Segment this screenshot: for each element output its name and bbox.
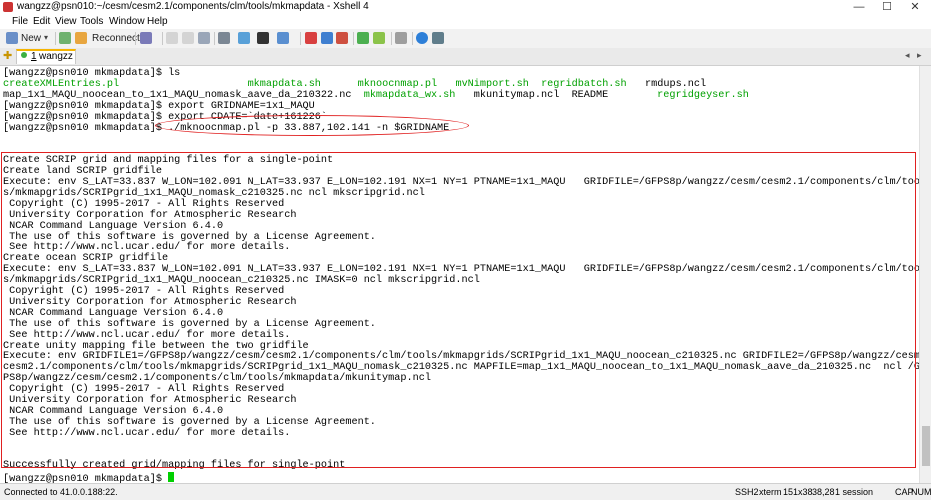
terminal-output[interactable]: [wangzz@psn010 mkmapdata]$ Successfully …	[0, 66, 919, 483]
tunnel-icon[interactable]	[336, 32, 348, 44]
toolbar-separator	[353, 32, 354, 45]
menu-window[interactable]: Window	[109, 14, 145, 29]
copy-icon[interactable]	[166, 32, 178, 44]
terminal-cursor	[168, 472, 175, 483]
menu-bar: File Edit View Tools Window Help	[0, 14, 931, 29]
terminal-text: map_1x1_MAQU_noocean_to_1x1_MAQU_nomask_…	[3, 89, 364, 101]
tab-label: wangzz	[39, 51, 73, 62]
terminal-line: [wangzz@psn010 mkmapdata]$	[3, 472, 175, 483]
terminal-scrollbar[interactable]	[919, 66, 931, 483]
lock-icon[interactable]	[395, 32, 407, 44]
terminal-text: mvNimport.sh	[455, 78, 529, 90]
font-icon[interactable]	[257, 32, 269, 44]
layout-icon[interactable]	[357, 32, 369, 44]
terminal-text: rmdups.ncl	[626, 78, 707, 90]
xshell-app-icon	[3, 2, 13, 12]
session-tab-bar: ✚ 1 wangzz ◂ ▸	[0, 48, 931, 66]
color-scheme-icon[interactable]	[238, 32, 250, 44]
toolbar: New ▾ Reconnect	[0, 29, 931, 49]
terminal-size-status: 151x38	[783, 487, 813, 497]
terminal-line: [wangzz@psn010 mkmapdata]$ ls	[3, 68, 181, 80]
terminal-text: mknoocnmap.pl	[357, 78, 438, 90]
scrollbar-thumb[interactable]	[922, 426, 930, 466]
print-icon[interactable]	[218, 32, 230, 44]
title-bar: wangzz@psn010:~/cesm/cesm2.1/components/…	[0, 0, 931, 14]
properties-icon[interactable]	[140, 32, 152, 44]
terminal-text: regridbatch.sh	[541, 78, 627, 90]
tile-icon[interactable]	[373, 32, 385, 44]
toolbar-separator	[162, 32, 163, 45]
tab-scroll-left-icon[interactable]: ◂	[905, 50, 910, 61]
transfer-icon[interactable]	[277, 32, 289, 44]
window-title: wangzz@psn010:~/cesm/cesm2.1/components/…	[17, 1, 369, 12]
menu-file[interactable]: File	[12, 14, 28, 29]
terminal-text: [wangzz@psn010 mkmapdata]$ ls	[3, 68, 181, 79]
help-icon[interactable]	[416, 32, 428, 44]
paste-icon[interactable]	[182, 32, 194, 44]
info-icon[interactable]	[432, 32, 444, 44]
close-button[interactable]: ✕	[901, 0, 929, 14]
toolbar-separator	[214, 32, 215, 45]
cursor-position-status: 38,28	[812, 487, 835, 497]
menu-edit[interactable]: Edit	[33, 14, 50, 29]
command-highlight-ellipse	[155, 115, 469, 136]
terminal-line: createXMLEntries.pl mkmapdata.sh mknoocn…	[3, 78, 707, 91]
status-bar: Connected to 41.0.0.188:22. SSH2 xterm 1…	[0, 483, 931, 500]
output-highlight-box	[1, 152, 916, 468]
toolbar-separator	[391, 32, 392, 45]
toolbar-separator	[55, 32, 56, 45]
terminal-text: mkunitymap.ncl README	[455, 89, 658, 101]
new-button[interactable]: New	[21, 31, 41, 46]
open-folder-icon[interactable]	[59, 32, 71, 44]
new-session-icon	[6, 32, 18, 44]
terminal-text: [wangzz@psn010 mkmapdata]$ export GRIDNA…	[3, 100, 315, 112]
terminal-type-status: xterm	[759, 487, 782, 497]
compose-icon[interactable]	[321, 32, 333, 44]
tab-add-icon[interactable]: ✚	[3, 50, 12, 63]
script-icon[interactable]	[305, 32, 317, 44]
new-dropdown-chevron-icon[interactable]: ▾	[44, 32, 52, 44]
terminal-text: regridgeyser.sh	[657, 89, 749, 101]
terminal-text: [wangzz@psn010 mkmapdata]$	[3, 474, 169, 483]
session-count-status: 1 session	[835, 487, 874, 497]
maximize-button[interactable]: ☐	[873, 0, 901, 14]
minimize-button[interactable]: —	[845, 0, 873, 14]
toolbar-separator	[412, 32, 413, 45]
toolbar-separator	[135, 32, 136, 45]
tab-number: 1	[31, 51, 37, 62]
find-icon[interactable]	[198, 32, 210, 44]
connection-status: Connected to 41.0.0.188:22.	[4, 487, 118, 497]
terminal-line: [wangzz@psn010 mkmapdata]$ export GRIDNA…	[3, 100, 315, 113]
link-icon[interactable]	[75, 32, 87, 44]
menu-view[interactable]: View	[55, 14, 77, 29]
terminal-text: mkmapdata_wx.sh	[363, 89, 456, 101]
num-lock-indicator: NUM	[911, 487, 931, 497]
protocol-status: SSH2	[735, 487, 759, 497]
session-status-icon	[21, 52, 27, 58]
tab-session-wangzz[interactable]: 1 wangzz	[16, 49, 76, 64]
menu-help[interactable]: Help	[147, 14, 168, 29]
tab-scroll-right-icon[interactable]: ▸	[917, 50, 922, 61]
toolbar-separator	[300, 32, 301, 45]
reconnect-button[interactable]: Reconnect	[92, 31, 140, 46]
terminal-line: map_1x1_MAQU_noocean_to_1x1_MAQU_nomask_…	[3, 89, 749, 102]
menu-tools[interactable]: Tools	[80, 14, 103, 29]
terminal-text: mkmapdata.sh	[247, 78, 321, 90]
terminal-text: createXMLEntries.pl	[3, 78, 120, 90]
